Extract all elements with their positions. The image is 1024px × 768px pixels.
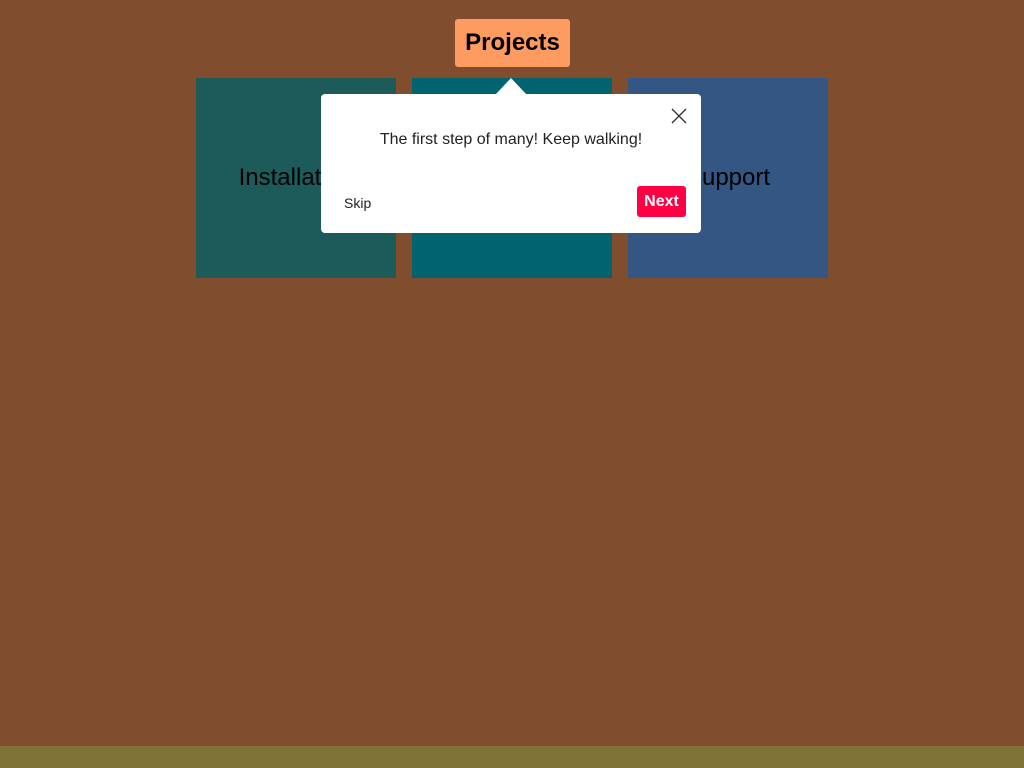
tour-popover: The first step of many! Keep walking! Sk… (321, 94, 701, 233)
next-button[interactable]: Next (637, 186, 686, 217)
projects-button[interactable]: Projects (455, 19, 570, 67)
footer-bar (0, 746, 1024, 768)
skip-button[interactable]: Skip (344, 195, 371, 211)
close-icon[interactable] (669, 106, 689, 126)
popover-message: The first step of many! Keep walking! (379, 131, 643, 148)
popover-arrow (495, 78, 527, 95)
